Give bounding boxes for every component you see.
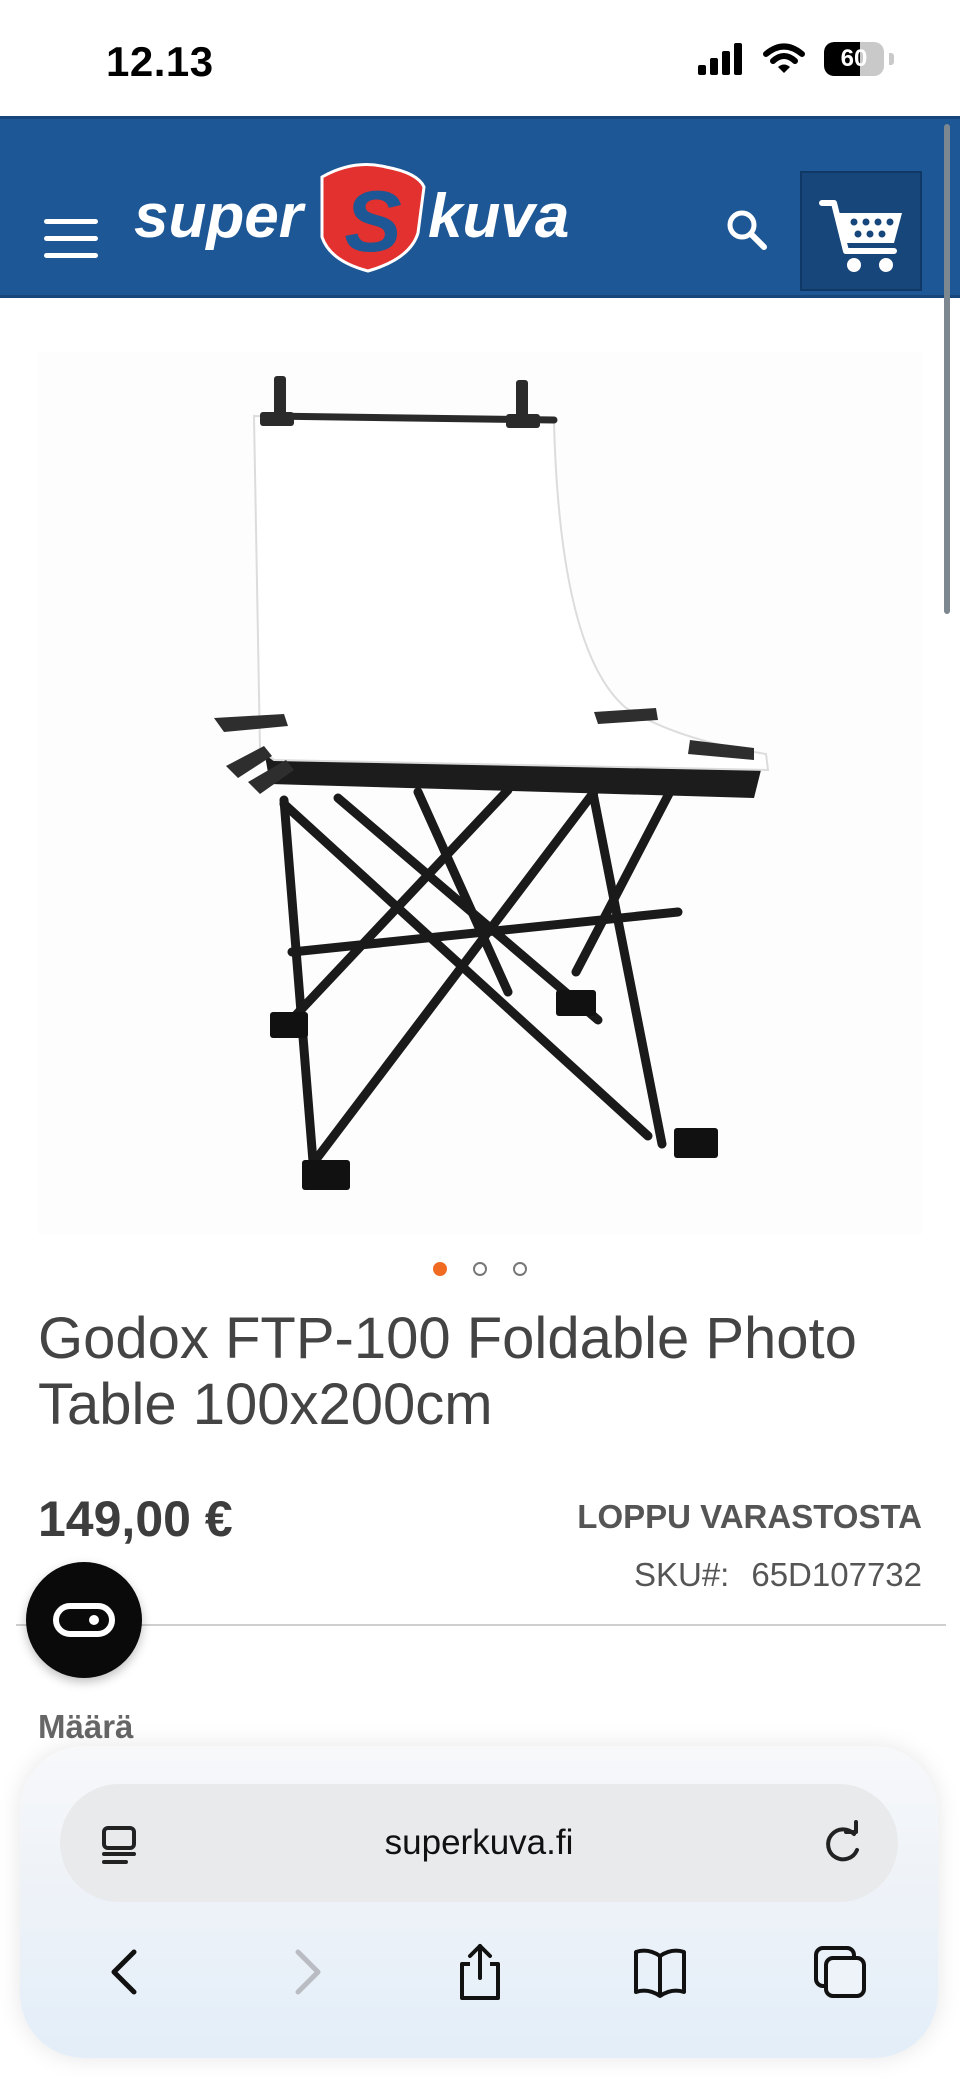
stock-status: LOPPU VARASTOSTA bbox=[577, 1498, 922, 1535]
sku-value: 65D107732 bbox=[751, 1556, 922, 1593]
gallery-dot[interactable] bbox=[513, 1262, 527, 1276]
chat-icon bbox=[53, 1603, 115, 1637]
svg-text:kuva: kuva bbox=[428, 182, 569, 251]
gallery-pagination bbox=[0, 1262, 960, 1282]
product-image-gallery[interactable] bbox=[38, 352, 922, 1234]
wifi-icon bbox=[763, 43, 805, 73]
product-price: 149,00 € bbox=[38, 1491, 233, 1547]
page-scrollbar[interactable] bbox=[944, 124, 950, 614]
status-icons: 60 bbox=[698, 42, 894, 76]
gallery-dot[interactable] bbox=[473, 1262, 487, 1276]
forward-icon[interactable] bbox=[276, 1942, 336, 2002]
divider bbox=[16, 1624, 946, 1626]
cart-icon bbox=[819, 200, 902, 272]
chat-button[interactable] bbox=[26, 1562, 142, 1678]
bookmarks-icon[interactable] bbox=[630, 1942, 690, 2002]
cart-button[interactable] bbox=[800, 171, 922, 291]
product-title: Godox FTP-100 Foldable Photo Table 100x2… bbox=[38, 1306, 857, 1437]
menu-icon bbox=[44, 219, 98, 224]
url-text[interactable]: superkuva.fi bbox=[60, 1784, 898, 1902]
quantity-label: Määrä bbox=[38, 1708, 134, 1745]
share-icon[interactable] bbox=[450, 1942, 510, 2002]
reload-icon[interactable] bbox=[818, 1820, 866, 1868]
battery-level: 60 bbox=[840, 45, 868, 72]
tabs-icon[interactable] bbox=[810, 1942, 870, 2002]
reader-icon[interactable] bbox=[96, 1822, 142, 1868]
status-bar: 12.13 60 bbox=[0, 0, 960, 116]
superkuva-logo[interactable]: super S kuva bbox=[132, 157, 582, 277]
battery-icon: 60 bbox=[824, 42, 894, 76]
menu-button[interactable] bbox=[44, 219, 98, 259]
gallery-dot[interactable] bbox=[433, 1262, 447, 1276]
sku-label: SKU#: bbox=[633, 1556, 730, 1593]
browser-toolbar: superkuva.fi bbox=[20, 1746, 938, 2058]
product-image bbox=[214, 376, 770, 1190]
site-header: super S kuva bbox=[0, 116, 960, 298]
back-icon[interactable] bbox=[96, 1942, 156, 2002]
search-icon[interactable] bbox=[724, 207, 770, 253]
svg-text:S: S bbox=[344, 174, 401, 270]
signal-icon bbox=[698, 43, 742, 75]
svg-text:super: super bbox=[134, 182, 306, 251]
address-bar[interactable]: superkuva.fi bbox=[60, 1784, 898, 1902]
status-time: 12.13 bbox=[106, 38, 214, 85]
product-sku: SKU#: 65D107732 bbox=[634, 1556, 922, 1594]
